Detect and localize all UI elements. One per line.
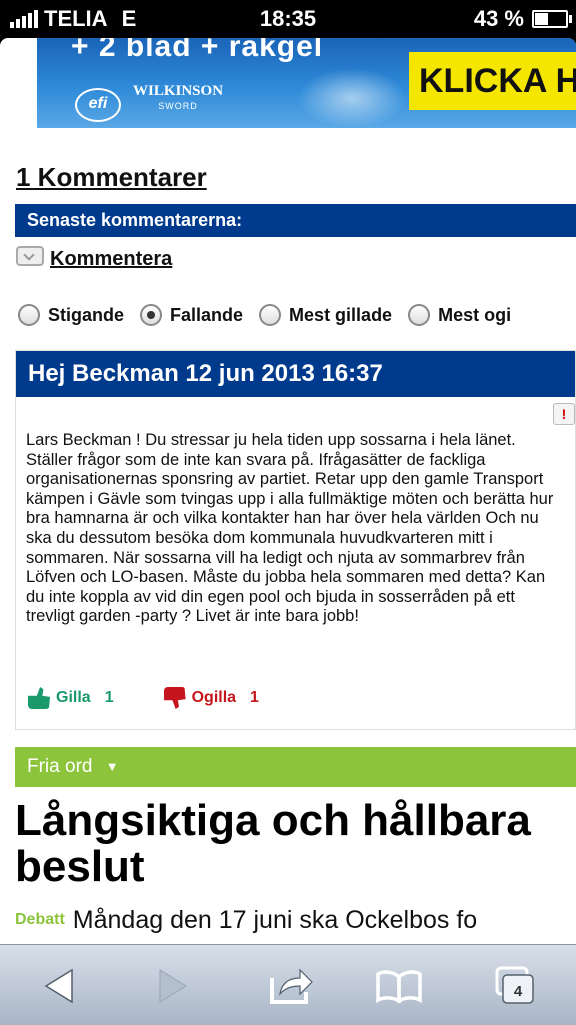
- article-teaser[interactable]: Debatt Måndag den 17 juni ska Ockelbos fo: [15, 906, 477, 935]
- battery-icon: [532, 10, 572, 28]
- sort-most-liked[interactable]: Mest gillade: [259, 304, 392, 326]
- bookmarks-icon: [376, 970, 422, 1003]
- sort-most-disliked[interactable]: Mest ogi: [408, 304, 511, 326]
- sort-most-disliked-label: Mest ogi: [438, 304, 512, 325]
- back-button[interactable]: [34, 963, 84, 1009]
- comment-link-label[interactable]: Kommentera: [50, 248, 172, 271]
- article-headline[interactable]: Långsiktiga och hållbara beslut: [15, 798, 576, 890]
- vote-row: Gilla 1 Ogilla 1: [28, 687, 259, 709]
- radio-ascending[interactable]: [18, 304, 40, 326]
- article-teaser-text: Måndag den 17 juni ska Ockelbos fo: [72, 906, 478, 934]
- battery-percent: 43 %: [473, 6, 524, 31]
- tabs-button[interactable]: 4: [490, 963, 540, 1009]
- battery-group: 43 %: [473, 6, 572, 32]
- comment-card: Hej Beckman 12 jun 2013 16:37 ! Lars Bec…: [15, 350, 576, 730]
- forward-icon: [159, 969, 187, 1003]
- tabs-count: 4: [514, 983, 523, 1000]
- sort-descending-label: Fallande: [170, 304, 244, 325]
- sort-ascending[interactable]: Stigande: [18, 304, 124, 326]
- efi-logo: efi: [75, 88, 121, 122]
- chevron-down-icon: ▼: [105, 759, 119, 774]
- like-count: 1: [104, 689, 114, 706]
- report-flag-icon[interactable]: !: [553, 403, 575, 425]
- thumbs-up-icon: [28, 687, 50, 709]
- comments-count-title[interactable]: 1 Kommentarer: [16, 162, 207, 193]
- bookmarks-button[interactable]: [374, 963, 424, 1009]
- tabs-icon: 4: [495, 966, 534, 1004]
- radio-most-disliked[interactable]: [408, 304, 431, 326]
- web-page[interactable]: + 2 blad + rakgel efi WILKINSON SWORD KL…: [0, 38, 576, 944]
- comment-header: Hej Beckman 12 jun 2013 16:37: [16, 351, 575, 397]
- radio-descending[interactable]: [140, 304, 163, 326]
- thumbs-down-icon: [163, 687, 186, 709]
- radio-most-liked[interactable]: [259, 304, 282, 326]
- section-dropdown[interactable]: Fria ord ▼: [15, 747, 576, 787]
- share-button[interactable]: [266, 963, 316, 1009]
- comment-bubble-icon: [16, 246, 44, 266]
- like-label: Gilla: [56, 689, 91, 706]
- comment-link[interactable]: Kommentera: [16, 244, 172, 271]
- water-splash: [297, 68, 407, 128]
- browser-toolbar: 4: [0, 944, 576, 1025]
- sword-text: SWORD: [158, 101, 198, 111]
- like-button[interactable]: Gilla 1: [28, 687, 114, 709]
- forward-button[interactable]: [148, 963, 198, 1009]
- status-bar: TELIA E 18:35 43 %: [0, 0, 576, 38]
- latest-comments-bar: Senaste kommentarerna:: [15, 204, 576, 237]
- share-icon: [270, 968, 313, 1004]
- dislike-count: 1: [250, 689, 259, 706]
- ad-headline: + 2 blad + rakgel: [71, 38, 324, 63]
- dislike-label: Ogilla: [191, 689, 237, 706]
- section-label: Fria ord: [27, 756, 93, 778]
- article-tag: Debatt: [15, 911, 65, 928]
- comment-body: Lars Beckman ! Du stressar ju hela tiden…: [26, 431, 554, 626]
- sort-options: Stigande Fallande Mest gillade Mest ogi: [18, 304, 527, 326]
- wilkinson-text: WILKINSON: [133, 83, 224, 99]
- ad-cta-button[interactable]: KLICKA H: [409, 52, 576, 110]
- dislike-button[interactable]: Ogilla 1: [163, 687, 259, 709]
- back-icon: [44, 968, 73, 1004]
- wilkinson-logo: WILKINSON SWORD: [133, 84, 223, 114]
- sort-descending[interactable]: Fallande: [140, 304, 243, 326]
- sort-most-liked-label: Mest gillade: [289, 304, 393, 325]
- advertisement-banner[interactable]: + 2 blad + rakgel efi WILKINSON SWORD KL…: [37, 38, 576, 128]
- sort-ascending-label: Stigande: [48, 304, 125, 325]
